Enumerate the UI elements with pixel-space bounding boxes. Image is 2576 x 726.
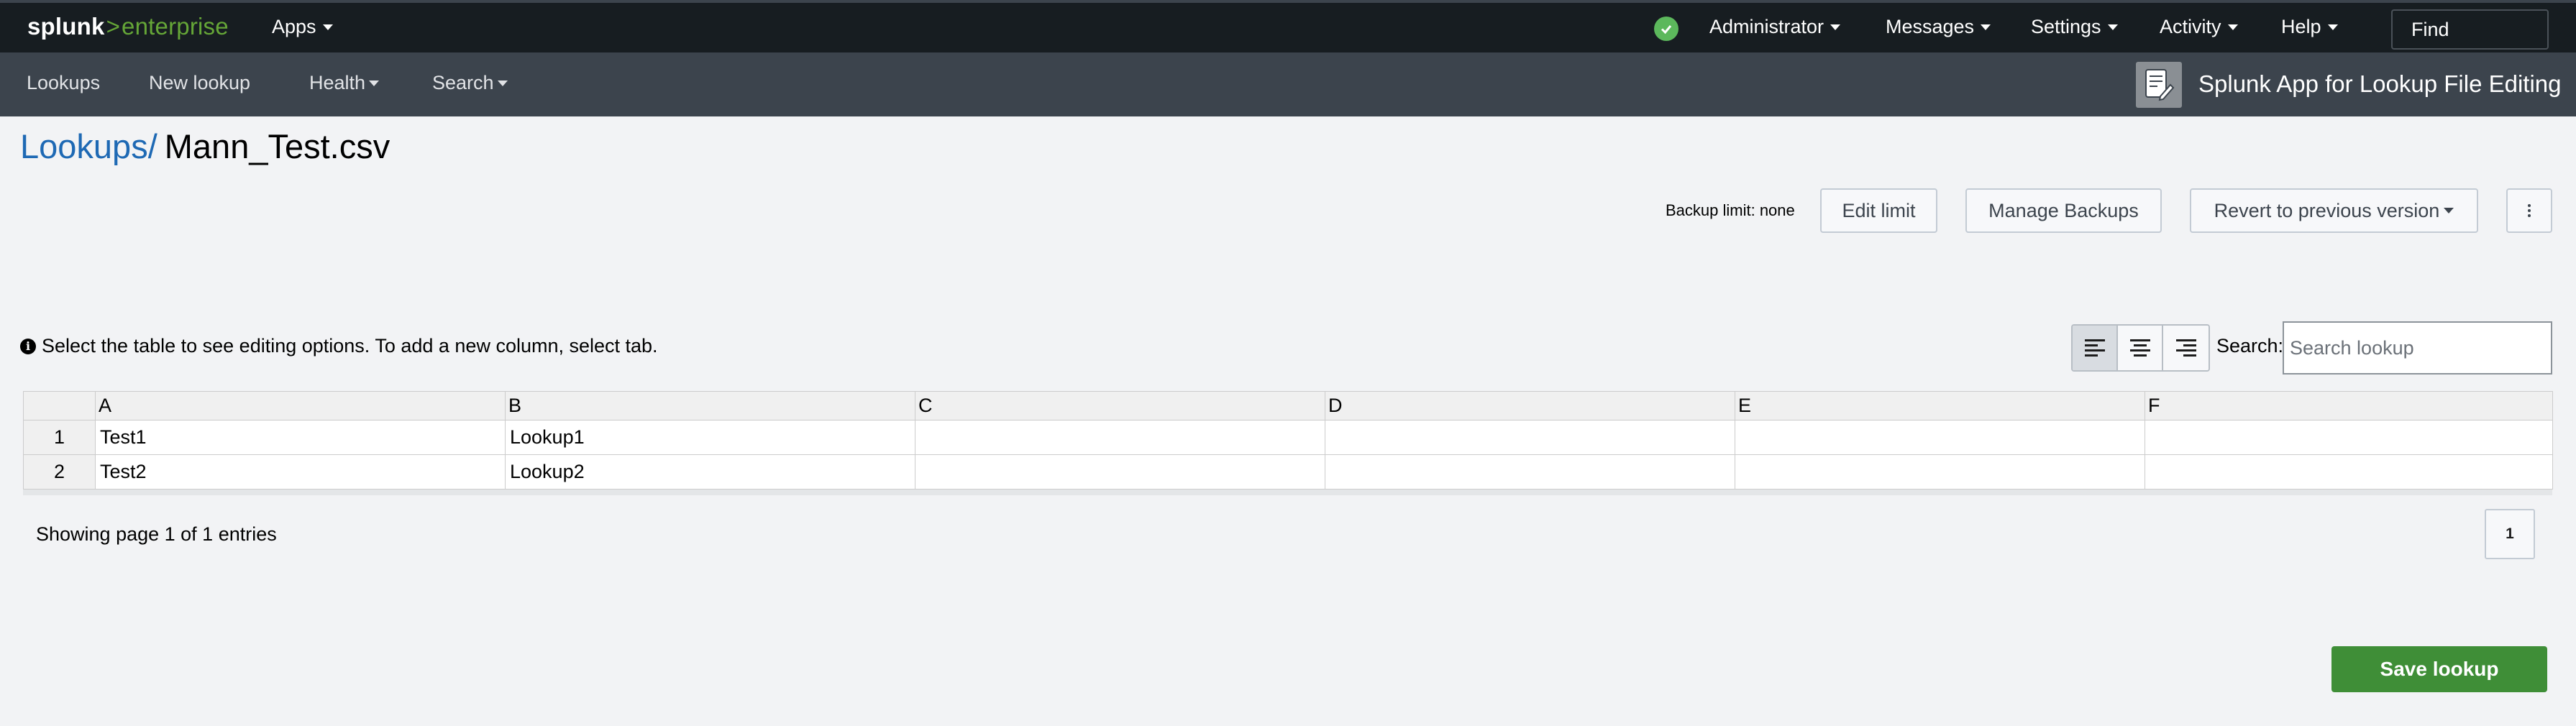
table-cell[interactable]	[2145, 454, 2553, 490]
lookup-table[interactable]: A B C D E F 1 Test1 Lookup1 2 Test2 Look…	[23, 391, 2553, 490]
edit-limit-button[interactable]: Edit limit	[1820, 188, 1937, 233]
manage-backups-button[interactable]: Manage Backups	[1965, 188, 2162, 233]
table-horizontal-scrollbar[interactable]	[23, 490, 2552, 495]
administrator-menu[interactable]: Administrator	[1709, 16, 1841, 38]
breadcrumb-lookups-link[interactable]: Lookups/	[20, 127, 157, 166]
table-cell[interactable]	[1735, 454, 2145, 490]
appnav-new-lookup[interactable]: New lookup	[149, 72, 250, 94]
backup-limit-label: Backup limit: none	[1666, 201, 1795, 219]
page-1-button[interactable]: 1	[2485, 509, 2535, 559]
apps-menu[interactable]: Apps	[272, 16, 333, 38]
logo-separator: >	[106, 13, 121, 40]
appnav-health-label: Health	[309, 72, 366, 93]
messages-menu-label: Messages	[1886, 16, 1975, 37]
search-label: Search:	[2216, 335, 2284, 357]
revert-version-button-label: Revert to previous version	[2214, 199, 2440, 221]
table-cell[interactable]: Test1	[95, 420, 506, 455]
apps-menu-label: Apps	[272, 16, 316, 37]
table-cell[interactable]	[1325, 420, 1735, 455]
activity-menu-label: Activity	[2160, 16, 2221, 37]
column-header[interactable]: B	[505, 391, 915, 421]
column-header[interactable]: E	[1735, 391, 2145, 421]
column-header[interactable]: C	[915, 391, 1325, 421]
administrator-menu-label: Administrator	[1709, 16, 1824, 37]
table-header-row: A B C D E F	[23, 391, 2553, 421]
manage-backups-button-label: Manage Backups	[1988, 199, 2139, 221]
table-row: 1 Test1 Lookup1	[23, 420, 2553, 455]
appnav-lookups[interactable]: Lookups	[27, 72, 100, 94]
logo-brand: splunk	[27, 13, 105, 40]
chevron-down-icon	[497, 80, 508, 86]
appnav-lookups-label: Lookups	[27, 72, 101, 93]
messages-menu[interactable]: Messages	[1886, 16, 1991, 38]
logo-product: enterprise	[122, 13, 229, 40]
table-row: 2 Test2 Lookup2	[23, 454, 2553, 490]
table-cell[interactable]	[915, 420, 1325, 455]
table-cell[interactable]: Lookup1	[505, 420, 915, 455]
chevron-down-icon	[322, 24, 333, 30]
chevron-down-icon	[2107, 24, 2118, 30]
page-title: Mann_Test.csv	[164, 127, 390, 165]
settings-menu-label: Settings	[2031, 16, 2101, 37]
table-cell[interactable]: Test2	[95, 454, 506, 490]
chevron-down-icon	[2327, 24, 2338, 30]
save-lookup-button[interactable]: Save lookup	[2331, 646, 2547, 692]
table-cell[interactable]	[915, 454, 1325, 490]
align-left-icon	[2084, 339, 2105, 357]
alignment-toggle-group	[2071, 324, 2210, 372]
column-header[interactable]: F	[2145, 391, 2553, 421]
table-cell[interactable]	[1735, 420, 2145, 455]
editing-hint-text: Select the table to see editing options.…	[42, 335, 658, 357]
settings-menu[interactable]: Settings	[2031, 16, 2118, 38]
appnav-search[interactable]: Search	[432, 72, 508, 94]
editing-hint: i Select the table to see editing option…	[20, 335, 658, 357]
align-center-icon	[2129, 339, 2150, 357]
more-options-button[interactable]	[2506, 188, 2552, 233]
find-input[interactable]: Find	[2391, 9, 2549, 50]
search-lookup-input[interactable]	[2283, 321, 2552, 375]
align-right-icon	[2175, 339, 2196, 357]
appnav-health[interactable]: Health	[309, 72, 380, 94]
table-cell[interactable]	[2145, 420, 2553, 455]
row-number[interactable]: 1	[23, 420, 96, 455]
check-circle-icon[interactable]	[1654, 17, 1678, 41]
chevron-down-icon	[2444, 208, 2454, 213]
edit-limit-button-label: Edit limit	[1842, 199, 1916, 221]
column-header[interactable]: D	[1325, 391, 1735, 421]
row-number[interactable]: 2	[23, 454, 96, 490]
splunk-logo[interactable]: splunk > enterprise	[27, 13, 229, 40]
breadcrumb: Lookups/ Mann_Test.csv	[20, 127, 390, 166]
app-title: Splunk App for Lookup File Editing	[2198, 70, 2562, 97]
edit-document-icon	[2136, 62, 2182, 108]
corner-header	[23, 391, 96, 421]
vertical-ellipsis-icon	[2528, 204, 2531, 217]
chevron-down-icon	[1981, 24, 1991, 30]
chevron-down-icon	[2227, 24, 2238, 30]
chevron-down-icon	[369, 80, 380, 86]
pagination-info: Showing page 1 of 1 entries	[36, 523, 277, 545]
table-cell[interactable]	[1325, 454, 1735, 490]
align-center-button[interactable]	[2118, 326, 2163, 370]
app-navigation-bar: Lookups New lookup Health Search Splunk …	[0, 52, 2576, 116]
help-menu-label: Help	[2281, 16, 2321, 37]
save-lookup-button-label: Save lookup	[2380, 658, 2499, 680]
align-left-button[interactable]	[2073, 326, 2118, 370]
align-right-button[interactable]	[2163, 326, 2209, 370]
table-cell[interactable]: Lookup2	[505, 454, 915, 490]
chevron-down-icon	[1830, 24, 1841, 30]
help-menu[interactable]: Help	[2281, 16, 2338, 38]
column-header[interactable]: A	[95, 391, 506, 421]
top-navigation-bar: splunk > enterprise Apps Administrator M…	[0, 0, 2576, 52]
revert-version-button[interactable]: Revert to previous version	[2190, 188, 2478, 233]
activity-menu[interactable]: Activity	[2160, 16, 2238, 38]
info-icon: i	[20, 338, 36, 354]
appnav-new-lookup-label: New lookup	[149, 72, 251, 93]
appnav-search-label: Search	[432, 72, 494, 93]
